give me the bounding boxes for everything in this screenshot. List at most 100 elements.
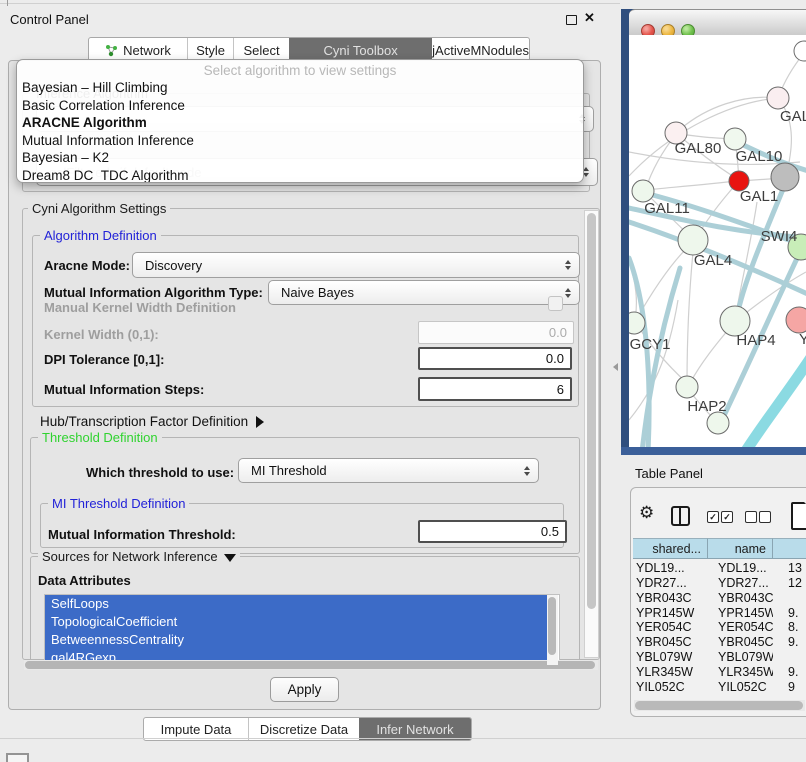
- algorithm-definition-title: Algorithm Definition: [40, 228, 161, 243]
- column-header-name[interactable]: name: [708, 538, 773, 559]
- table-row[interactable]: YBR045C YBR045C 9.: [633, 635, 806, 650]
- cell-name: YER054C: [708, 620, 773, 635]
- algorithm-option[interactable]: Mutual Information Inference: [17, 132, 583, 150]
- network-node-gal11[interactable]: [632, 180, 654, 202]
- column-layout-icon[interactable]: [671, 506, 690, 526]
- table-row[interactable]: YBL079W YBL079W: [633, 650, 806, 665]
- apply-button[interactable]: Apply: [270, 677, 339, 702]
- network-node-label: GCY1: [630, 336, 671, 353]
- algorithm-option[interactable]: Bayesian – Hill Climbing: [17, 79, 583, 97]
- tab-impute-data[interactable]: Impute Data: [144, 718, 248, 740]
- table-hscrollbar[interactable]: [634, 700, 805, 711]
- cell-name: YDL19...: [708, 561, 773, 576]
- table-row[interactable]: YPR145W YPR145W 9.: [633, 606, 806, 621]
- mi-threshold-field[interactable]: 0.5: [418, 520, 567, 543]
- manual-kernel-checkbox[interactable]: [548, 296, 563, 311]
- attribute-item[interactable]: TopologicalCoefficient: [45, 613, 549, 631]
- column-header-clipped[interactable]: [773, 538, 806, 559]
- table-rows-viewport: YDL19... YDL19... 13 YDR27... YDR27... 1…: [633, 561, 806, 697]
- unchecked-checkbox-icon[interactable]: [745, 511, 757, 523]
- hub-definition-toggle[interactable]: Hub/Transcription Factor Definition: [40, 414, 264, 429]
- kernel-width-field[interactable]: 0.0: [418, 321, 574, 344]
- cell-name: YBL079W: [708, 650, 773, 665]
- aracne-mode-combo[interactable]: Discovery: [132, 252, 580, 278]
- settings-vscrollbar[interactable]: [584, 210, 599, 658]
- cell-value: 9.: [773, 665, 798, 680]
- network-canvas[interactable]: GALGAL80GAL10GAL1GAL11GAL4SWI4GCY1HAP4YH…: [629, 35, 806, 447]
- network-node-hap2[interactable]: [676, 376, 698, 398]
- combo-stepper-icon: [524, 466, 530, 476]
- bottom-divider: [0, 738, 806, 739]
- cell-value: 9: [773, 680, 795, 695]
- mi-steps-value: 6: [557, 382, 564, 397]
- tab-discretize-data[interactable]: Discretize Data: [248, 718, 359, 740]
- combo-stepper-icon: [565, 260, 571, 270]
- threshold-definition-title: Threshold Definition: [38, 430, 162, 445]
- algorithm-popup-placeholder: Select algorithm to view settings: [17, 62, 583, 79]
- partial-bottom-icon[interactable]: [6, 753, 29, 762]
- cell-shared-name: YDR27...: [633, 576, 708, 591]
- table-row[interactable]: YIL052C YIL052C 9: [633, 680, 806, 695]
- mi-type-combo[interactable]: Naive Bayes: [268, 280, 580, 305]
- algorithm-option[interactable]: Dream8 DC_TDC Algorithm: [17, 167, 583, 184]
- mi-steps-field[interactable]: 6: [418, 377, 572, 401]
- cell-value: 13: [773, 561, 802, 576]
- which-threshold-combo[interactable]: MI Threshold: [238, 458, 539, 483]
- hub-definition-label: Hub/Transcription Factor Definition: [40, 414, 248, 429]
- top-left-tick: [7, 0, 8, 6]
- dpi-tolerance-field[interactable]: 0.0: [418, 347, 572, 370]
- mi-steps-label: Mutual Information Steps:: [44, 382, 204, 397]
- float-panel-icon[interactable]: [566, 15, 577, 25]
- network-node-label: GAL80: [675, 140, 722, 157]
- column-header-shared[interactable]: shared...: [633, 538, 708, 559]
- network-node-y[interactable]: [786, 307, 806, 333]
- attributes-vscrollbar[interactable]: [547, 595, 558, 665]
- data-attributes-list: SelfLoopsTopologicalCoefficientBetweenne…: [44, 594, 560, 668]
- network-node[interactable]: [771, 163, 799, 191]
- checked-checkbox-icon[interactable]: ✓: [707, 511, 719, 523]
- attribute-item[interactable]: BetweennessCentrality: [45, 631, 549, 649]
- table-row[interactable]: YDR27... YDR27... 12: [633, 576, 806, 591]
- tab-select-label: Select: [244, 43, 280, 58]
- attribute-item[interactable]: SelfLoops: [45, 595, 549, 613]
- network-node-label: Y: [799, 331, 806, 348]
- cyni-algorithm-settings-title: Cyni Algorithm Settings: [28, 201, 170, 216]
- cell-name: YDR27...: [708, 576, 773, 591]
- network-node-label: GAL10: [736, 148, 783, 165]
- network-node-label: GAL1: [740, 188, 778, 205]
- cell-shared-name: YBR045C: [633, 635, 708, 650]
- algorithm-option[interactable]: ARACNE Algorithm: [17, 114, 583, 132]
- document-icon[interactable]: [791, 502, 806, 530]
- close-icon[interactable]: ✕: [584, 10, 595, 26]
- cell-shared-name: YIL052C: [633, 680, 708, 695]
- aracne-mode-label: Aracne Mode:: [44, 258, 130, 273]
- tab-infer-label: Infer Network: [376, 722, 453, 737]
- cell-value: 9.: [773, 606, 798, 621]
- network-window-titlebar[interactable]: [629, 9, 806, 37]
- table-row[interactable]: YER054C YER054C 8.: [633, 620, 806, 635]
- tab-jactivemnodules-label: jActiveMNodules: [432, 43, 529, 58]
- table-row[interactable]: YLR345W YLR345W 9.: [633, 665, 806, 680]
- sources-group-title[interactable]: Sources for Network Inference: [38, 549, 240, 564]
- table-rows: YDL19... YDL19... 13 YDR27... YDR27... 1…: [633, 561, 806, 695]
- gear-icon[interactable]: ⚙: [639, 503, 654, 523]
- network-node-gal[interactable]: [767, 87, 789, 109]
- sources-title-label: Sources for Network Inference: [42, 549, 218, 564]
- network-node[interactable]: [707, 412, 729, 434]
- top-divider: [0, 3, 620, 4]
- network-node[interactable]: [794, 41, 806, 61]
- tab-infer-network[interactable]: Infer Network: [359, 718, 471, 740]
- mi-threshold-label: Mutual Information Threshold:: [48, 527, 236, 542]
- network-node-gal10[interactable]: [724, 128, 746, 150]
- splitpane-arrow-icon[interactable]: [613, 363, 618, 371]
- checked-checkbox-icon[interactable]: ✓: [721, 511, 733, 523]
- algorithm-option[interactable]: Basic Correlation Inference: [17, 97, 583, 115]
- settings-hscrollbar[interactable]: [24, 660, 598, 670]
- cell-value: 8.: [773, 620, 798, 635]
- table-row[interactable]: YBR043C YBR043C: [633, 591, 806, 606]
- algorithm-option[interactable]: Bayesian – K2: [17, 149, 583, 167]
- network-node-gal4[interactable]: [678, 225, 708, 255]
- aracne-mode-value: Discovery: [145, 258, 202, 273]
- unchecked-checkbox-icon[interactable]: [759, 511, 771, 523]
- table-row[interactable]: YDL19... YDL19... 13: [633, 561, 806, 576]
